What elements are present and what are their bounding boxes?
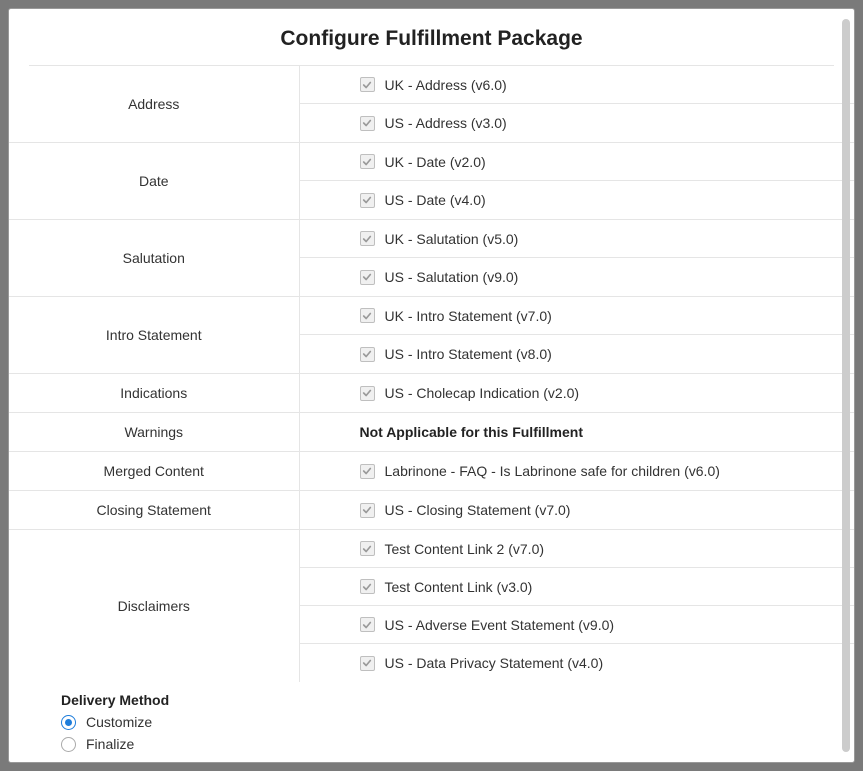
- item-label: US - Data Privacy Statement (v4.0): [385, 655, 604, 671]
- item-label: US - Adverse Event Statement (v9.0): [385, 617, 615, 633]
- list-item: US - Cholecap Indication (v2.0): [300, 374, 855, 412]
- list-item: Test Content Link (v3.0): [300, 568, 855, 606]
- checkbox[interactable]: [360, 386, 375, 401]
- checkbox[interactable]: [360, 347, 375, 362]
- item-label: Labrinone - FAQ - Is Labrinone safe for …: [385, 463, 720, 479]
- section-items: UK - Salutation (v5.0) US - Salutation (v…: [299, 220, 854, 297]
- checkbox[interactable]: [360, 656, 375, 671]
- checkbox[interactable]: [360, 308, 375, 323]
- section-row-closing-statement: Closing Statement US - Closing Statement …: [9, 491, 854, 530]
- section-label: Closing Statement: [9, 491, 299, 530]
- section-items: Test Content Link 2 (v7.0) Test Content L…: [299, 530, 854, 683]
- item-label: Test Content Link 2 (v7.0): [385, 541, 545, 557]
- radio-label: Customize: [86, 714, 152, 730]
- section-items: UK - Intro Statement (v7.0) US - Intro St…: [299, 297, 854, 374]
- section-row-warnings: WarningsNot Applicable for this Fulfillm…: [9, 413, 854, 452]
- item-label: US - Intro Statement (v8.0): [385, 346, 552, 362]
- item-label: UK - Intro Statement (v7.0): [385, 308, 552, 324]
- list-item: US - Salutation (v9.0): [300, 258, 855, 296]
- checkbox[interactable]: [360, 617, 375, 632]
- section-items: US - Cholecap Indication (v2.0): [299, 374, 854, 413]
- checkbox[interactable]: [360, 116, 375, 131]
- item-label: UK - Address (v6.0): [385, 77, 507, 93]
- section-row-indications: Indications US - Cholecap Indication (v2.…: [9, 374, 854, 413]
- section-row-salutation: Salutation UK - Salutation (v5.0) US - Sal…: [9, 220, 854, 297]
- list-item: US - Data Privacy Statement (v4.0): [300, 644, 855, 682]
- checkbox[interactable]: [360, 77, 375, 92]
- section-row-address: Address UK - Address (v6.0) US - Address (…: [9, 66, 854, 143]
- section-label: Address: [9, 66, 299, 143]
- list-item: Labrinone - FAQ - Is Labrinone safe for …: [300, 452, 855, 490]
- checkbox[interactable]: [360, 231, 375, 246]
- list-item: UK - Date (v2.0): [300, 143, 855, 181]
- item-label: Test Content Link (v3.0): [385, 579, 533, 595]
- section-items: UK - Date (v2.0) US - Date (v4.0): [299, 143, 854, 220]
- section-row-intro-statement: Intro StatementUK - Intro Statement (v7.…: [9, 297, 854, 374]
- checkbox[interactable]: [360, 503, 375, 518]
- checkbox[interactable]: [360, 270, 375, 285]
- section-label: Date: [9, 143, 299, 220]
- item-label: US - Closing Statement (v7.0): [385, 502, 571, 518]
- item-label: US - Address (v3.0): [385, 115, 507, 131]
- list-item: US - Closing Statement (v7.0): [300, 491, 855, 529]
- section-row-merged-content: Merged Content Labrinone - FAQ - Is Labri…: [9, 452, 854, 491]
- item-label: UK - Salutation (v5.0): [385, 231, 519, 247]
- section-items: US - Closing Statement (v7.0): [299, 491, 854, 530]
- checkbox[interactable]: [360, 193, 375, 208]
- radio-button[interactable]: [61, 737, 76, 752]
- section-label: Merged Content: [9, 452, 299, 491]
- config-table: Address UK - Address (v6.0) US - Address (…: [9, 66, 854, 682]
- item-label: US - Salutation (v9.0): [385, 269, 519, 285]
- section-row-date: Date UK - Date (v2.0) US - Date (v4.0): [9, 143, 854, 220]
- list-item: US - Intro Statement (v8.0): [300, 335, 855, 373]
- radio-row-finalize[interactable]: Finalize: [61, 736, 854, 752]
- configure-fulfillment-modal: Configure Fulfillment Package AddressUK …: [8, 8, 855, 763]
- section-label: Indications: [9, 374, 299, 413]
- modal-content: Configure Fulfillment Package AddressUK …: [9, 9, 854, 762]
- radio-button[interactable]: [61, 715, 76, 730]
- section-items: Labrinone - FAQ - Is Labrinone safe for …: [299, 452, 854, 491]
- static-text: Not Applicable for this Fulfillment: [300, 413, 855, 451]
- section-label: Intro Statement: [9, 297, 299, 374]
- delivery-method-section: Delivery Method Customize Finalize: [9, 682, 854, 762]
- list-item: UK - Salutation (v5.0): [300, 220, 855, 258]
- checkbox[interactable]: [360, 464, 375, 479]
- delivery-method-heading: Delivery Method: [61, 692, 854, 708]
- checkbox[interactable]: [360, 154, 375, 169]
- list-item: US - Address (v3.0): [300, 104, 855, 142]
- section-items: Not Applicable for this Fulfillment: [299, 413, 854, 452]
- list-item: UK - Address (v6.0): [300, 66, 855, 104]
- list-item: US - Adverse Event Statement (v9.0): [300, 606, 855, 644]
- list-item: UK - Intro Statement (v7.0): [300, 297, 855, 335]
- modal-title: Configure Fulfillment Package: [29, 9, 834, 66]
- section-label: Salutation: [9, 220, 299, 297]
- section-row-disclaimers: DisclaimersTest Content Link 2 (v7.0)Tes…: [9, 530, 854, 683]
- section-label: Warnings: [9, 413, 299, 452]
- list-item: US - Date (v4.0): [300, 181, 855, 219]
- section-items: UK - Address (v6.0) US - Address (v3.0): [299, 66, 854, 143]
- checkbox[interactable]: [360, 579, 375, 594]
- item-label: UK - Date (v2.0): [385, 154, 486, 170]
- item-label: US - Cholecap Indication (v2.0): [385, 385, 580, 401]
- scrollbar[interactable]: [842, 19, 850, 752]
- list-item: Test Content Link 2 (v7.0): [300, 530, 855, 568]
- radio-row-customize[interactable]: Customize: [61, 714, 854, 730]
- checkbox[interactable]: [360, 541, 375, 556]
- section-label: Disclaimers: [9, 530, 299, 683]
- item-label: US - Date (v4.0): [385, 192, 486, 208]
- radio-label: Finalize: [86, 736, 134, 752]
